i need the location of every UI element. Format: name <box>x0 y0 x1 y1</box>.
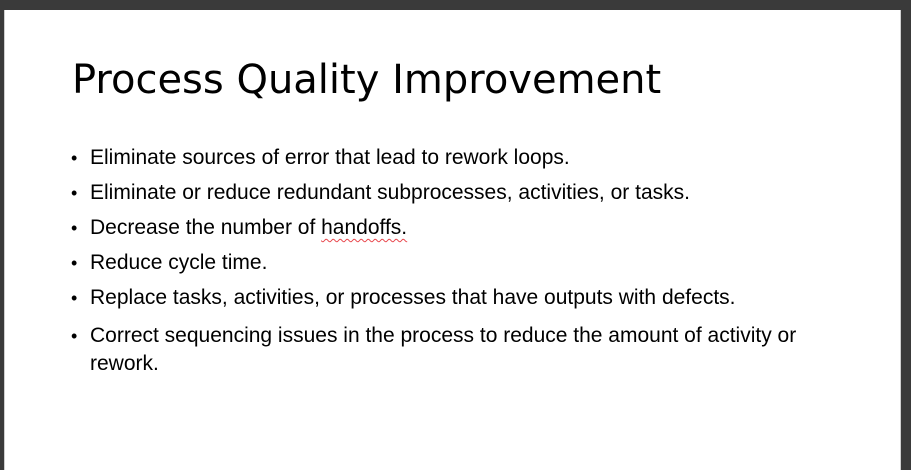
bullet-item[interactable]: • Correct sequencing issues in the proce… <box>71 322 831 378</box>
bullet-list[interactable]: • Eliminate sources of error that lead t… <box>71 144 831 388</box>
bullet-text: Decrease the number of handoffs. <box>90 216 407 239</box>
bullet-item[interactable]: • Eliminate sources of error that lead t… <box>71 144 831 172</box>
spellcheck-flagged-word[interactable]: handoffs. <box>321 216 407 239</box>
bullet-text-before: Decrease the number of <box>90 216 322 239</box>
bullet-icon: • <box>71 288 78 308</box>
bullet-text: Correct sequencing issues in the process… <box>90 324 797 375</box>
bullet-icon: • <box>71 148 78 168</box>
bullet-text: Eliminate or reduce redundant subprocess… <box>90 181 690 204</box>
slide-canvas[interactable]: Process Quality Improvement • Eliminate … <box>4 10 901 470</box>
bullet-item[interactable]: • Reduce cycle time. <box>71 249 831 277</box>
slide-title[interactable]: Process Quality Improvement <box>72 56 661 104</box>
bullet-text: Reduce cycle time. <box>90 251 268 274</box>
bullet-text: Eliminate sources of error that lead to … <box>90 146 570 169</box>
bullet-item[interactable]: • Eliminate or reduce redundant subproce… <box>71 179 831 207</box>
bullet-icon: • <box>71 183 78 203</box>
editor-window: Process Quality Improvement • Eliminate … <box>0 0 911 470</box>
bullet-item[interactable]: • Replace tasks, activities, or processe… <box>71 284 831 312</box>
bullet-item[interactable]: • Decrease the number of handoffs. <box>71 214 831 242</box>
bullet-icon: • <box>71 253 78 273</box>
bullet-icon: • <box>71 218 78 238</box>
bullet-icon: • <box>71 326 78 346</box>
bullet-text: Replace tasks, activities, or processes … <box>90 286 736 309</box>
